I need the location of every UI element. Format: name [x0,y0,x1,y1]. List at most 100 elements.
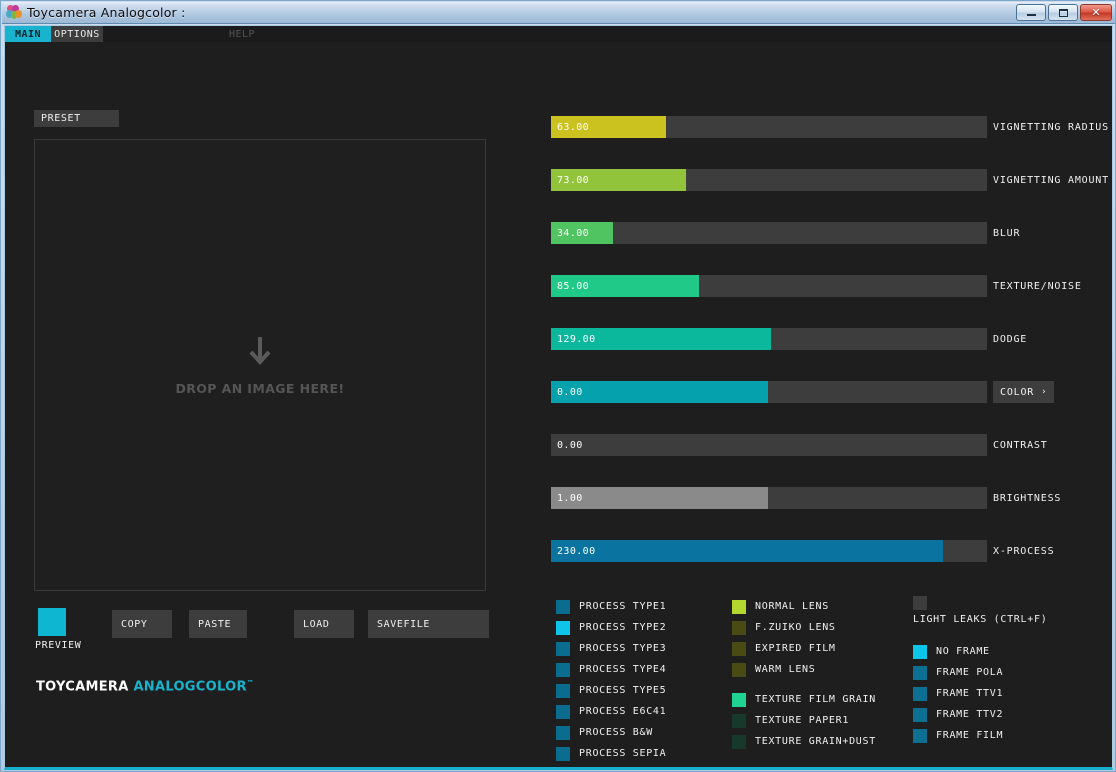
checkbox-indicator[interactable] [913,644,927,659]
slider-track[interactable]: 34.00 [551,222,987,244]
minimize-icon [1026,14,1036,16]
slider-track[interactable]: 1.00 [551,487,987,509]
slider-label[interactable]: COLOR › [993,381,1055,403]
paste-button[interactable]: PASTE [189,610,247,638]
menu-item-main[interactable]: MAIN [5,26,51,42]
checkbox-indicator[interactable] [556,683,570,698]
checkbox-indicator[interactable] [732,692,746,707]
slider-fill [551,487,769,509]
process-option-process-sepia[interactable]: PROCESS SEPIA [556,743,666,764]
slider-fill [551,222,613,244]
lens-option-warm-lens[interactable]: WARM LENS [732,659,816,680]
preview-label: PREVIEW [35,640,82,651]
window-controls: ✕ [1016,4,1115,21]
lens-option-f-zuiko-lens[interactable]: F.ZUIKO LENS [732,617,836,638]
checkbox-indicator[interactable] [732,662,746,677]
app-logo-icon [6,4,22,21]
slider-fill [551,275,700,297]
checkbox-indicator[interactable] [913,728,927,743]
preset-button[interactable]: PRESET [34,110,119,127]
checkbox-label: PROCESS TYPE4 [579,664,667,675]
lightleaks-label: LIGHT LEAKS (CTRL+F) [913,614,1048,625]
checkbox-indicator[interactable] [556,662,570,677]
checkbox-label: WARM LENS [755,664,816,675]
frame-option-frame-film[interactable]: FRAME FILM [913,725,1003,746]
slider-label: TEXTURE/NOISE [993,280,1082,292]
menu-item-options[interactable]: OPTIONS [51,26,103,42]
checkbox-label: EXPIRED FILM [755,643,836,654]
minimize-button[interactable] [1016,4,1046,21]
slider-label: CONTRAST [993,439,1048,451]
checkbox-indicator[interactable] [732,641,746,656]
slider-track[interactable]: 0.00 [551,434,987,456]
checkbox-label: FRAME FILM [936,730,1004,741]
slider-track[interactable]: 230.00 [551,540,987,562]
checkbox-indicator[interactable] [732,734,746,749]
process-option-process-type2[interactable]: PROCESS TYPE2 [556,617,666,638]
checkbox-indicator[interactable] [556,704,570,719]
frame-option-no-frame[interactable]: NO FRAME [913,641,990,662]
checkbox-indicator[interactable] [556,746,570,761]
frame-option-frame-pola[interactable]: FRAME POLA [913,662,1003,683]
savefile-button[interactable]: SAVEFILE [368,610,489,638]
slider-track[interactable]: 73.00 [551,169,987,191]
checkbox-indicator[interactable] [732,599,746,614]
checkbox-label: PROCESS E6C41 [579,706,667,717]
checkbox-indicator[interactable] [556,620,570,635]
checkbox-label: FRAME TTV2 [936,709,1004,720]
process-option-process-vingate[interactable]: PROCESS VINGATE [556,764,680,771]
checkbox-indicator[interactable] [732,620,746,635]
process-option-process-type5[interactable]: PROCESS TYPE5 [556,680,666,701]
slider-fill [551,381,769,403]
savefile-label: SAVEFILE [377,618,430,630]
maximize-icon [1058,8,1068,17]
checkbox-indicator[interactable] [556,599,570,614]
process-option-process-e6c41[interactable]: PROCESS E6C41 [556,701,666,722]
checkbox-indicator[interactable] [732,713,746,728]
checkbox-indicator[interactable] [556,725,570,740]
lens-option-expired-film[interactable]: EXPIRED FILM [732,638,836,659]
checkbox-indicator[interactable] [556,641,570,656]
lens-option-normal-lens[interactable]: NORMAL LENS [732,596,829,617]
slider-track[interactable]: 85.00 [551,275,987,297]
process-option-process-type1[interactable]: PROCESS TYPE1 [556,596,666,617]
process-option-process-type4[interactable]: PROCESS TYPE4 [556,659,666,680]
image-dropzone[interactable]: DROP AN IMAGE HERE! [34,139,486,591]
checkbox-label: TEXTURE PAPER1 [755,715,850,726]
close-icon: ✕ [1091,6,1101,19]
frame-option-frame-ttv2[interactable]: FRAME TTV2 [913,704,1003,725]
copy-label: COPY [121,618,148,630]
checkbox-label: NORMAL LENS [755,601,829,612]
slider-label: VIGNETTING AMOUNT [993,174,1109,186]
slider-track[interactable]: 0.00 [551,381,987,403]
slider-track[interactable]: 63.00 [551,116,987,138]
menu-bar: MAIN OPTIONS HELP [5,26,1112,42]
checkbox-label: PROCESS B&W [579,727,653,738]
checkbox-label: PROCESS TYPE3 [579,643,667,654]
load-button[interactable]: LOAD [294,610,354,638]
close-button[interactable]: ✕ [1080,4,1112,21]
texture-option-texture-paper1[interactable]: TEXTURE PAPER1 [732,710,849,731]
checkbox-indicator[interactable] [556,768,570,771]
lightleaks-checkbox[interactable] [913,596,927,610]
logo-word-analogcolor: ANALOGCOLOR [133,679,247,695]
checkbox-indicator[interactable] [913,707,927,722]
texture-option-texture-film-grain[interactable]: TEXTURE FILM GRAIN [732,689,876,710]
process-option-process-b-w[interactable]: PROCESS B&W [556,722,653,743]
frame-option-frame-ttv1[interactable]: FRAME TTV1 [913,683,1003,704]
maximize-button[interactable] [1048,4,1078,21]
slider-fill [551,116,667,138]
texture-option-texture-grain-dust[interactable]: TEXTURE GRAIN+DUST [732,731,876,752]
checkbox-indicator[interactable] [913,665,927,680]
preview-swatch[interactable] [38,608,66,636]
copy-button[interactable]: COPY [112,610,172,638]
menu-item-help[interactable]: HELP [221,26,263,42]
preset-label: PRESET [41,113,81,124]
load-label: LOAD [303,618,330,630]
checkbox-indicator[interactable] [913,686,927,701]
title-bar: Toycamera Analogcolor : ✕ [2,2,1115,24]
slider-track[interactable]: 129.00 [551,328,987,350]
checkbox-label: TEXTURE GRAIN+DUST [755,736,876,747]
process-option-process-type3[interactable]: PROCESS TYPE3 [556,638,666,659]
checkbox-label: FRAME POLA [936,667,1004,678]
